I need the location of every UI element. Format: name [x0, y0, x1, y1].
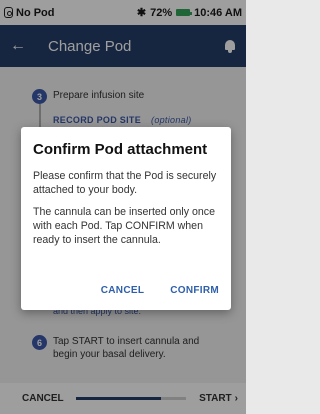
dialog-title: Confirm Pod attachment: [33, 141, 208, 158]
dialog-actions: CANCEL CONFIRM: [101, 285, 219, 296]
dialog-cancel-button[interactable]: CANCEL: [101, 285, 144, 296]
dialog-paragraph-2: The cannula can be inserted only once wi…: [33, 206, 215, 246]
dialog-paragraph-1: Please confirm that the Pod is securely …: [33, 170, 217, 196]
dialog-confirm-button[interactable]: CONFIRM: [170, 285, 219, 296]
confirm-pod-attachment-dialog: Confirm Pod attachment Please confirm th…: [21, 127, 231, 310]
